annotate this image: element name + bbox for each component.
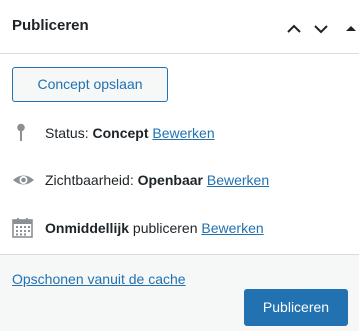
save-draft-button[interactable]: Concept opslaan (12, 67, 168, 102)
eye-icon (12, 169, 36, 191)
panel-title: Publiceren (12, 17, 89, 34)
purge-cache-link[interactable]: Opschonen vanuit de cache (12, 271, 186, 287)
publish-panel: Publiceren Concept opslaan Status: Conce… (0, 0, 359, 331)
chevron-up-icon[interactable] (283, 18, 305, 40)
chevron-down-icon[interactable] (310, 18, 332, 40)
caret-up-icon[interactable] (343, 18, 359, 40)
visibility-label: Zichtbaarheid: (45, 172, 134, 188)
schedule-value: Onmiddellijk (45, 220, 130, 236)
edit-schedule-link[interactable]: Bewerken (201, 220, 263, 236)
panel-header: Publiceren (0, 0, 359, 54)
status-value: Concept (92, 125, 149, 141)
panel-footer: Opschonen vanuit de cache Publiceren (0, 254, 359, 331)
edit-status-link[interactable]: Bewerken (152, 125, 214, 141)
visibility-value: Openbaar (137, 172, 203, 188)
edit-visibility-link[interactable]: Bewerken (207, 172, 269, 188)
status-label: Status: (45, 125, 89, 141)
publish-button[interactable]: Publiceren (244, 289, 348, 326)
pin-icon (12, 122, 36, 144)
calendar-icon (12, 217, 36, 239)
schedule-label: publiceren (132, 220, 198, 236)
